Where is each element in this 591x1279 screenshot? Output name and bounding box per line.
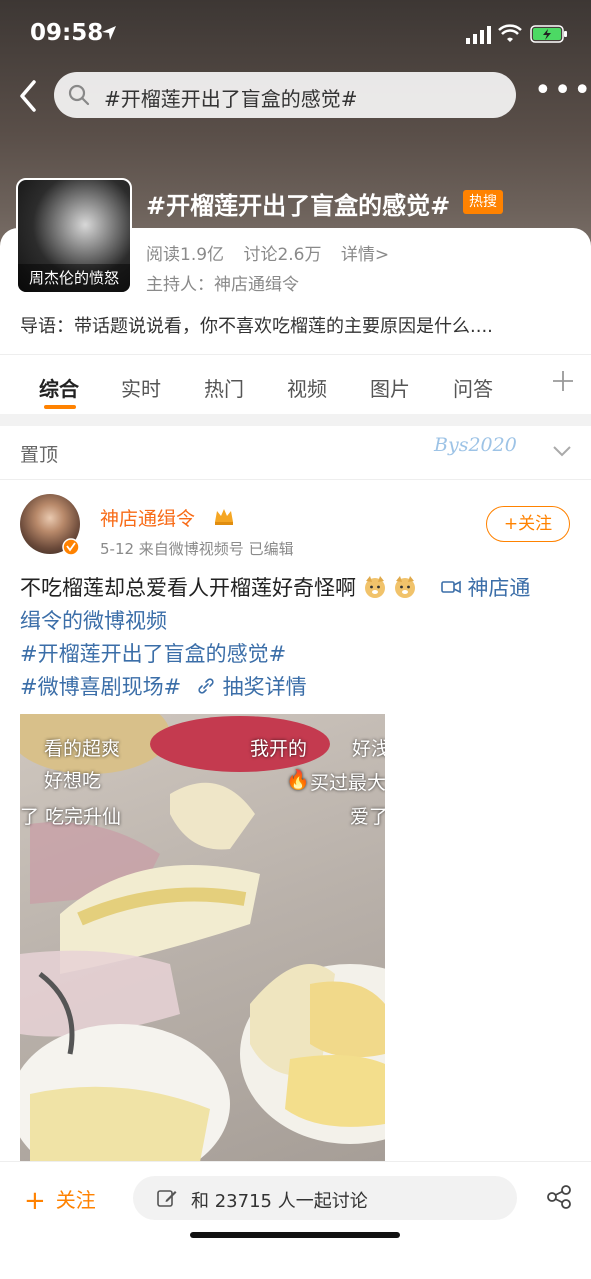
hashtag-topic[interactable]: #开榴莲开出了盲盒的感觉#	[20, 642, 286, 666]
chevron-down-icon[interactable]	[552, 444, 572, 458]
link-icon	[198, 678, 214, 694]
follow-author-button[interactable]: +关注	[486, 506, 570, 542]
tab-hot[interactable]: 热门	[204, 373, 244, 402]
discussion-placeholder: 和 23715 人一起讨论	[191, 1191, 368, 1212]
post-card: 神店通缉令 5-12 来自微博视频号 已编辑 +关注 不吃榴莲却总爱看人开榴莲好…	[0, 480, 591, 1170]
post-body: 不吃榴莲却总爱看人开榴莲好奇怪啊 神店通 缉令的微博视频 #开榴莲开出了盲盒的感…	[20, 572, 575, 704]
video-caption: 好浅	[352, 738, 385, 760]
doge-emoji-icon	[395, 576, 416, 598]
battery-charging-icon	[530, 25, 567, 43]
pinned-header[interactable]: 置顶 Bys2020	[0, 426, 591, 480]
status-time: 09:58	[30, 20, 104, 46]
post-text-main: 不吃榴莲却总爱看人开榴莲好奇怪啊	[20, 576, 356, 600]
crown-icon	[215, 509, 233, 525]
tab-realtime[interactable]: 实时	[121, 373, 161, 402]
more-options-button[interactable]: •••	[534, 76, 591, 108]
doge-emoji-icon	[364, 576, 385, 598]
search-bar[interactable]: #开榴莲开出了盲盒的感觉#	[54, 72, 516, 118]
topic-cover-image[interactable]: 周杰伦的愤怒	[16, 178, 132, 294]
location-arrow-icon	[102, 26, 116, 40]
video-caption: 买过最大	[310, 772, 385, 794]
tab-qa[interactable]: 问答	[453, 373, 493, 402]
read-count: 阅读1.9亿	[146, 245, 225, 265]
pinned-watermark: Bys2020	[434, 434, 517, 456]
search-query: #开榴莲开出了盲盒的感觉#	[104, 87, 358, 111]
topic-title: #开榴莲开出了盲盒的感觉#	[146, 192, 451, 220]
video-caption: 看的超爽	[44, 738, 121, 760]
discussion-input[interactable]: 和 23715 人一起讨论	[133, 1176, 517, 1220]
video-caption: 爱了	[350, 806, 385, 828]
active-tab-indicator	[44, 405, 76, 409]
bottom-action-bar: + 关注 和 23715 人一起讨论	[0, 1162, 591, 1279]
video-thumbnail[interactable]: 看的超爽 我开的 好浅 好想吃 🔥 买过最大 了 吃完升仙 爱了	[20, 714, 385, 1162]
plus-icon: +	[24, 1186, 46, 1216]
back-button[interactable]	[14, 78, 44, 114]
video-link-continued[interactable]: 缉令的微博视频	[20, 609, 167, 633]
topic-cover-label: 周杰伦的愤怒	[18, 264, 130, 292]
lottery-details-link[interactable]: 抽奖详情	[223, 675, 307, 699]
edit-icon	[157, 1190, 177, 1207]
home-indicator	[190, 1232, 400, 1238]
verified-badge-icon	[62, 538, 80, 556]
video-camera-icon	[440, 580, 461, 594]
discussion-count: 讨论2.6万	[243, 245, 322, 265]
video-caption: 我开的	[250, 738, 308, 760]
topic-intro: 导语：带话题说说看，你不喜欢吃榴莲的主要原因是什么....	[20, 316, 493, 337]
post-meta: 5-12 来自微博视频号 已编辑	[100, 540, 294, 558]
hashtag-comedy[interactable]: #微博喜剧现场#	[20, 675, 181, 699]
fire-icon: 🔥	[286, 769, 310, 791]
section-divider	[0, 414, 591, 426]
video-caption: 好想吃	[44, 770, 102, 792]
add-tab-icon[interactable]	[551, 369, 575, 393]
author-name[interactable]: 神店通缉令	[100, 504, 195, 531]
topic-stats: 阅读1.9亿 讨论2.6万 详情>	[146, 240, 403, 265]
tab-video[interactable]: 视频	[287, 373, 327, 402]
follow-topic-label: 关注	[55, 1188, 96, 1212]
topic-host[interactable]: 主持人：神店通缉令	[146, 270, 299, 295]
video-caption: 了 吃完升仙	[20, 806, 122, 828]
share-icon[interactable]	[546, 1184, 572, 1210]
tab-images[interactable]: 图片	[370, 373, 410, 402]
follow-topic-button[interactable]: + 关注	[24, 1184, 96, 1216]
wifi-icon	[498, 24, 522, 42]
pinned-label: 置顶	[20, 444, 59, 466]
video-link[interactable]: 神店通	[467, 576, 530, 600]
tab-bar: 综合 实时 热门 视频 图片 问答	[0, 354, 591, 414]
search-icon	[68, 84, 90, 106]
hot-search-badge: 热搜	[463, 190, 503, 214]
cellular-signal-icon	[466, 26, 491, 44]
tab-overview[interactable]: 综合	[39, 373, 79, 402]
status-bar: 09:58	[0, 0, 591, 70]
details-link[interactable]: 详情>	[341, 245, 389, 265]
